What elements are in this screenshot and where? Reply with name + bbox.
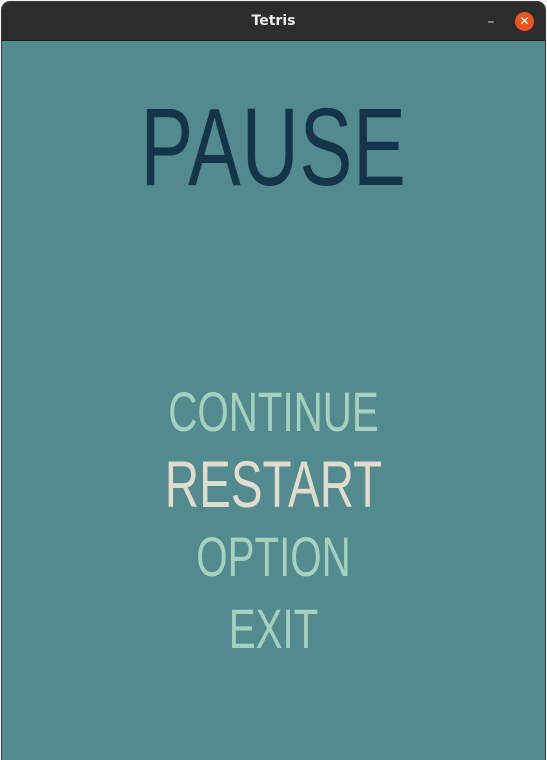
exit-menu-item[interactable]: EXIT (78, 601, 469, 657)
window-titlebar[interactable]: Tetris – ✕ (2, 2, 545, 41)
option-menu-item[interactable]: OPTION (78, 529, 469, 585)
game-canvas: PAUSE CONTINUE RESTART OPTION EXIT (2, 41, 545, 760)
app-window: Tetris – ✕ PAUSE CONTINUE RESTART OPTION… (2, 2, 545, 760)
minimize-icon: – (487, 14, 495, 30)
minimize-button[interactable]: – (480, 12, 502, 32)
restart-menu-item[interactable]: RESTART (78, 451, 469, 517)
window-title: Tetris (251, 13, 296, 29)
close-icon: ✕ (519, 14, 530, 28)
continue-menu-item[interactable]: CONTINUE (78, 384, 469, 440)
pause-heading: PAUSE (140, 86, 407, 209)
close-button[interactable]: ✕ (515, 12, 534, 31)
